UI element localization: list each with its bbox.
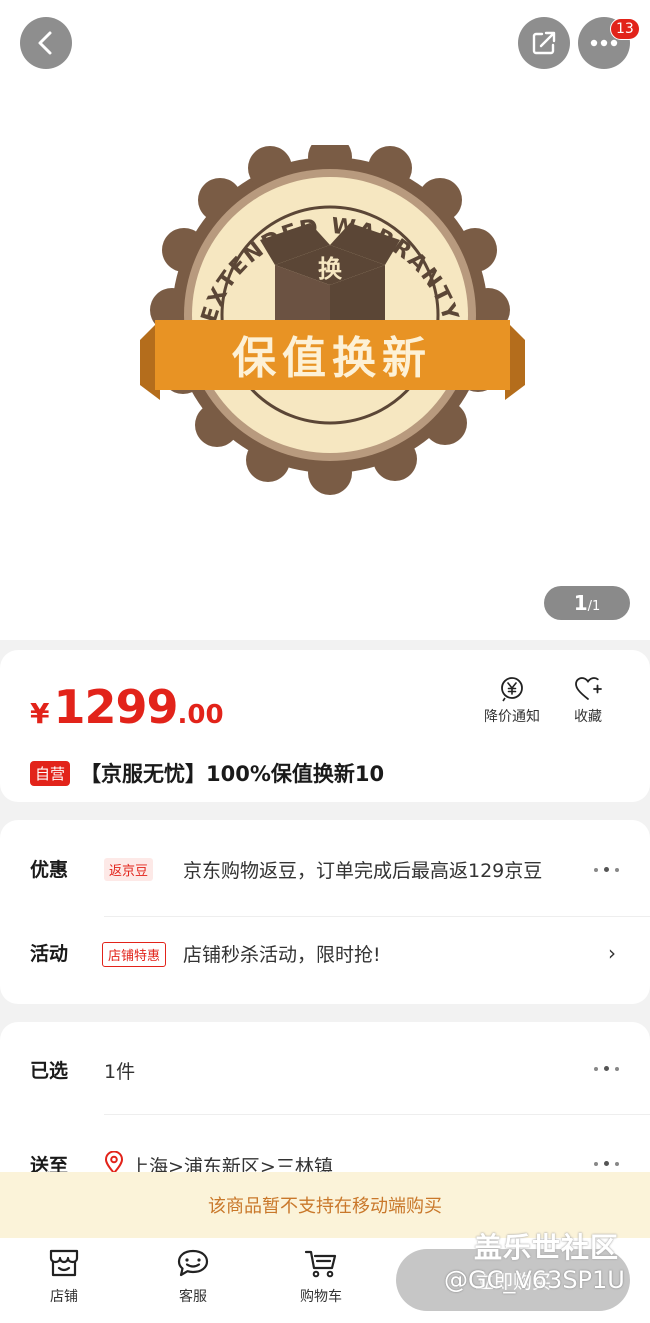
selected-value[interactable]: 1件 bbox=[104, 1057, 135, 1084]
currency-symbol: ¥ bbox=[30, 697, 50, 730]
store-special-tag: 店铺特惠 bbox=[102, 942, 167, 967]
product-price: ¥ 1299 .00 bbox=[30, 680, 224, 734]
self-operated-badge: 自营 bbox=[30, 760, 71, 786]
selected-more-icon[interactable] bbox=[594, 1066, 619, 1071]
favorite-label: 收藏 bbox=[574, 709, 602, 725]
price-decimal: .00 bbox=[177, 700, 224, 730]
nav-service-button[interactable]: 客服 bbox=[153, 1248, 233, 1306]
page-current: 1 bbox=[573, 591, 588, 615]
cart-icon bbox=[304, 1250, 337, 1278]
price-integer: 1299 bbox=[53, 680, 178, 734]
message-count-badge: 13 bbox=[610, 18, 640, 40]
discount-label: 优惠 bbox=[30, 859, 69, 881]
jd-bean-tag: 返京豆 bbox=[104, 858, 154, 881]
favorite-button[interactable]: 收藏 bbox=[574, 676, 602, 726]
row-divider bbox=[104, 916, 650, 917]
nav-shop-label: 店铺 bbox=[50, 1289, 78, 1305]
nav-cart-button[interactable]: 购物车 bbox=[281, 1248, 361, 1306]
yen-bell-icon bbox=[501, 677, 523, 702]
nav-shop-button[interactable]: 店铺 bbox=[24, 1248, 104, 1306]
nav-service-label: 客服 bbox=[179, 1289, 207, 1305]
discount-more-icon[interactable] bbox=[594, 867, 619, 872]
store-icon bbox=[49, 1249, 79, 1277]
discount-text[interactable]: 京东购物返豆，订单完成后最高返129京豆 bbox=[183, 856, 542, 883]
chevron-left-icon bbox=[38, 31, 52, 55]
activity-label: 活动 bbox=[30, 943, 69, 965]
share-icon bbox=[532, 31, 556, 55]
image-page-indicator: 1 /1 bbox=[544, 586, 630, 620]
svg-text:保值换新: 保值换新 bbox=[232, 333, 432, 384]
warranty-seal-logo: EXTENDED WARRANTY 换 保值换新 bbox=[140, 145, 525, 495]
price-drop-notify-label: 降价通知 bbox=[484, 709, 540, 725]
svg-text:换: 换 bbox=[318, 255, 343, 283]
activity-text[interactable]: 店铺秒杀活动，限时抢! bbox=[183, 940, 381, 967]
chat-bubble-icon bbox=[177, 1249, 209, 1277]
ship-more-icon[interactable] bbox=[594, 1161, 619, 1166]
selected-label: 已选 bbox=[30, 1060, 69, 1082]
product-title-row: 自营 【京服无忧】100%保值换新10 bbox=[30, 758, 384, 788]
share-button[interactable] bbox=[518, 17, 570, 69]
chevron-right-icon[interactable]: › bbox=[608, 941, 616, 965]
seal-banner: 保值换新 bbox=[140, 320, 525, 400]
watermark-text: 盖乐世社区 bbox=[474, 1231, 620, 1264]
heart-plus-icon bbox=[575, 677, 602, 700]
page-total: /1 bbox=[587, 599, 601, 614]
watermark-handle: @GC_V63SP1U bbox=[444, 1266, 625, 1294]
back-button[interactable] bbox=[20, 17, 72, 69]
more-dots-icon bbox=[590, 39, 618, 47]
nav-cart-label: 购物车 bbox=[300, 1289, 342, 1305]
product-title: 【京服无忧】100%保值换新10 bbox=[80, 762, 385, 786]
price-drop-notify-button[interactable]: 降价通知 bbox=[484, 676, 540, 726]
promotions-card bbox=[0, 820, 650, 1004]
row-divider bbox=[104, 1114, 650, 1115]
